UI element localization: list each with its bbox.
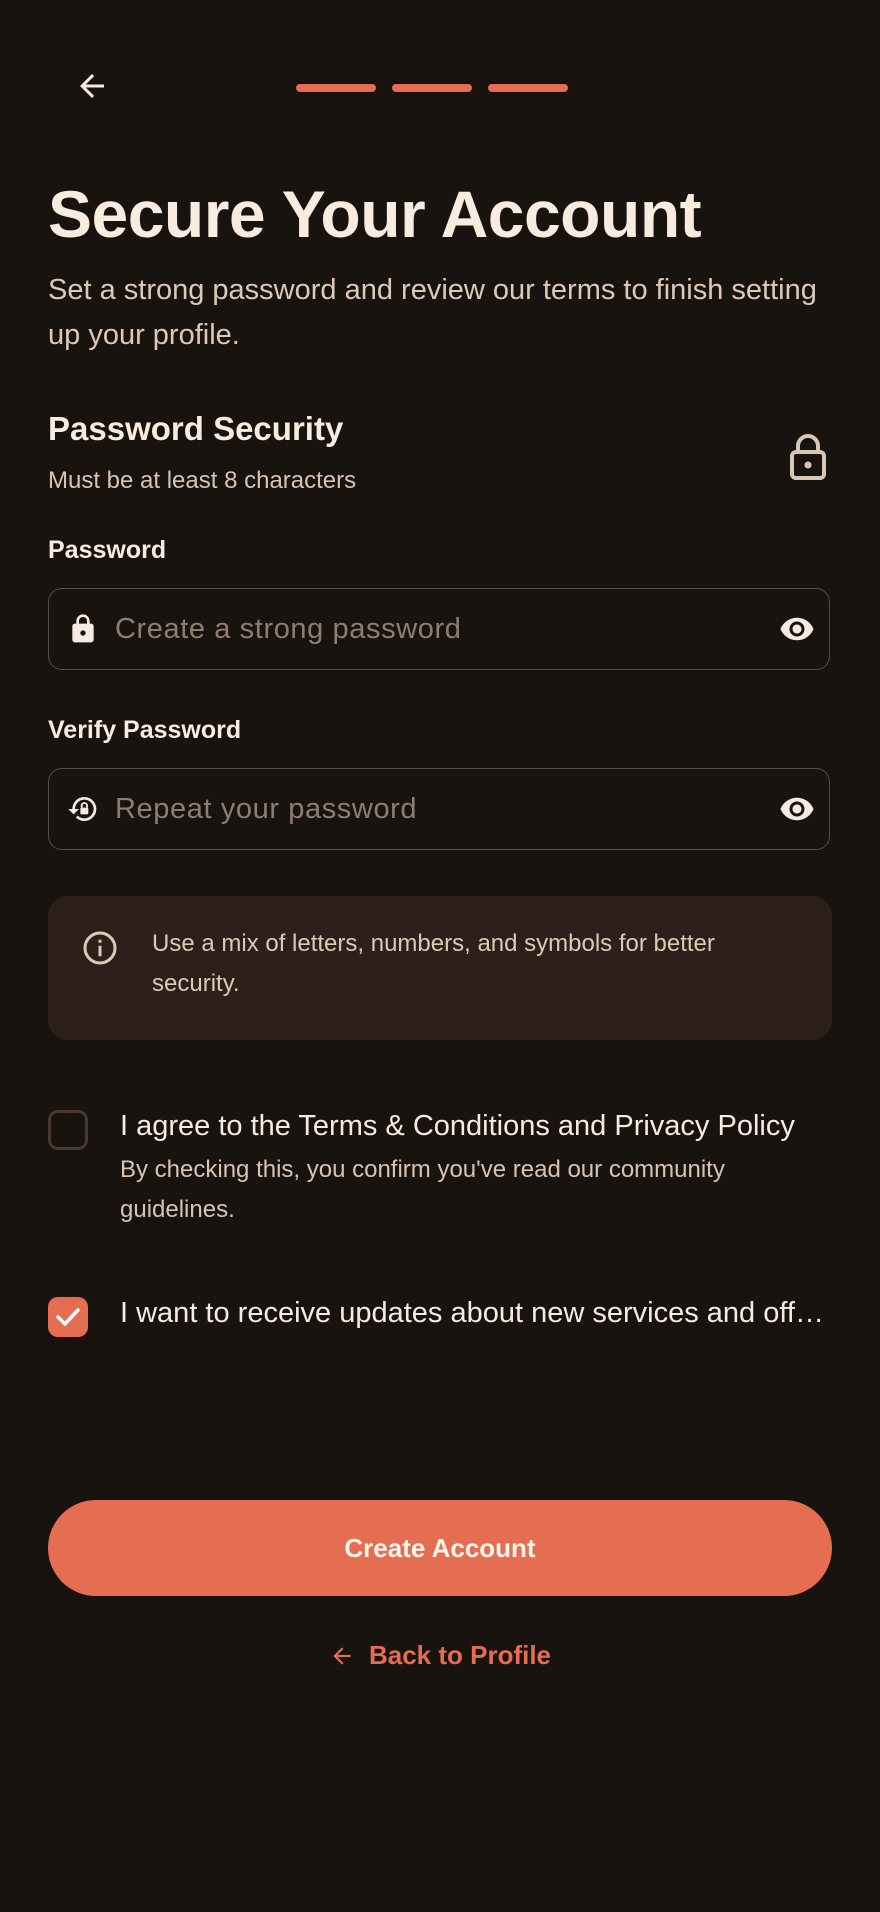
back-to-profile-link[interactable]: Back to Profile	[48, 1640, 832, 1671]
section-title: Password Security	[48, 410, 344, 447]
security-tip: Use a mix of letters, numbers, and symbo…	[48, 896, 832, 1040]
verify-password-input[interactable]	[113, 769, 737, 850]
section-subtitle: Must be at least 8 characters	[48, 467, 357, 494]
page: Secure Your Account Set a strong passwor…	[48, 0, 832, 1912]
verify-password-label: Verify Password	[48, 716, 242, 744]
check-icon	[56, 1308, 80, 1326]
password-field	[48, 588, 830, 670]
lock-reset-icon	[68, 797, 97, 821]
back-button[interactable]	[66, 60, 118, 112]
create-account-button[interactable]: Create Account	[48, 1500, 832, 1596]
security-tip-text: Use a mix of letters, numbers, and symbo…	[152, 930, 715, 997]
back-to-profile-label[interactable]: Back to Profile	[369, 1640, 551, 1671]
lock-icon	[72, 614, 94, 643]
page-title: Secure Your Account	[48, 177, 702, 251]
lock-outline-icon	[790, 434, 826, 480]
eye-icon[interactable]	[779, 791, 815, 827]
terms-checkbox[interactable]	[48, 1110, 88, 1150]
page-subtitle: Set a strong password and review our ter…	[48, 274, 817, 351]
progress-indicator	[296, 84, 568, 92]
updates-label[interactable]: I want to receive updates about new serv…	[120, 1297, 832, 1330]
eye-icon[interactable]	[779, 611, 815, 647]
progress-step	[296, 84, 376, 92]
info-icon	[83, 931, 117, 965]
password-label: Password	[48, 536, 167, 564]
progress-step	[488, 84, 568, 92]
arrow-left-icon	[333, 1646, 351, 1665]
verify-password-field	[48, 768, 830, 850]
arrow-left-icon	[80, 74, 104, 98]
terms-description: By checking this, you confirm you've rea…	[120, 1156, 725, 1223]
progress-step	[392, 84, 472, 92]
terms-label[interactable]: I agree to the Terms & Conditions and Pr…	[120, 1110, 832, 1143]
password-input[interactable]	[113, 589, 737, 670]
updates-checkbox[interactable]	[48, 1297, 88, 1337]
